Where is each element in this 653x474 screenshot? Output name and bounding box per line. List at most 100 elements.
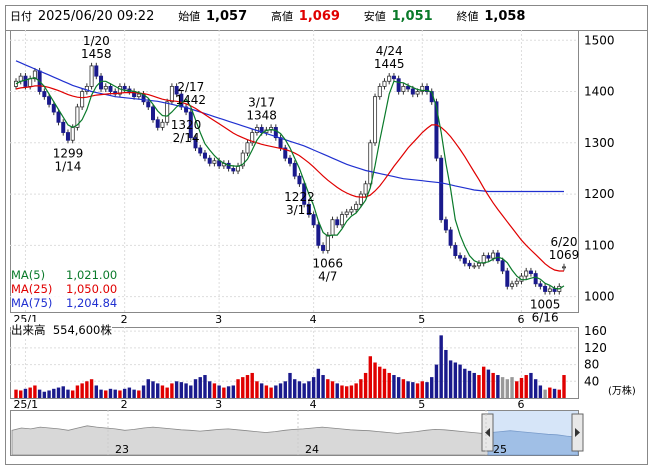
volume-bar xyxy=(193,379,198,398)
volume-bar xyxy=(288,372,292,398)
volume-bar xyxy=(85,381,89,398)
candle-body xyxy=(146,101,151,108)
open-label: 始値 xyxy=(178,10,201,23)
volume-bar xyxy=(269,387,273,398)
volume-value: 554,600株 xyxy=(52,323,112,337)
candle-body xyxy=(169,86,174,103)
candle-body xyxy=(287,157,292,164)
volume-bar xyxy=(75,385,80,398)
volume-bar xyxy=(226,386,231,398)
candle-body xyxy=(56,111,61,123)
month-label: 25/1 xyxy=(13,398,38,411)
volume-bar xyxy=(156,383,160,398)
candle-body xyxy=(562,266,567,269)
candle-body xyxy=(321,244,326,251)
candle-body xyxy=(349,209,354,213)
candle-body xyxy=(354,203,359,210)
candle-body xyxy=(491,252,496,259)
volume-bar xyxy=(373,362,377,398)
candle-body xyxy=(155,119,160,128)
candle-body xyxy=(325,234,330,251)
volume-bar xyxy=(42,391,47,398)
price-tick-label: 1300 xyxy=(584,136,615,150)
volume-bar xyxy=(255,381,259,398)
candle-body xyxy=(335,219,340,226)
volume-bar xyxy=(500,377,505,398)
volume-bar xyxy=(174,381,179,398)
volume-bar xyxy=(61,386,65,398)
volume-bar xyxy=(222,387,226,398)
annotation-value: 1222 xyxy=(284,190,315,204)
volume-bar xyxy=(344,386,349,398)
volume-bar xyxy=(515,381,519,398)
candle-body xyxy=(136,93,141,98)
volume-bar xyxy=(368,356,373,398)
volume-bar xyxy=(316,368,321,398)
volume-bar xyxy=(505,379,510,398)
ma5-value: 1,021.00 xyxy=(66,268,118,282)
candle-body xyxy=(410,88,415,95)
volume-bar xyxy=(463,368,467,398)
annotation-date: 3/17 xyxy=(248,95,275,109)
candle-body xyxy=(453,244,458,257)
close-label: 終値 xyxy=(456,10,479,23)
volume-label: 出来高 xyxy=(11,323,46,337)
volume-bar xyxy=(359,379,363,398)
candle-body xyxy=(387,75,392,82)
candle-body xyxy=(28,78,33,87)
volume-bar xyxy=(141,385,146,398)
volume-bar xyxy=(283,381,287,398)
candle-body xyxy=(443,219,448,231)
candle-body xyxy=(122,86,127,90)
volume-bar xyxy=(236,379,240,398)
volume-bar xyxy=(477,375,481,398)
ma75-label: MA(75) xyxy=(11,296,53,310)
ma5-legend: MA(5) 1,021.00 xyxy=(11,268,118,282)
volume-bar xyxy=(189,385,193,398)
volume-unit: (万株) xyxy=(608,384,636,397)
volume-bar xyxy=(496,375,500,398)
volume-bar xyxy=(198,377,202,398)
volume-bar xyxy=(80,383,84,398)
volume-bar xyxy=(430,377,434,398)
candle-body xyxy=(231,168,236,172)
candle-body xyxy=(278,137,283,149)
volume-bar xyxy=(510,377,514,398)
annotation-value: 1458 xyxy=(81,47,112,61)
volume-bar xyxy=(217,385,221,398)
candle-body xyxy=(514,280,519,285)
volume-bar xyxy=(66,389,70,398)
candle-body xyxy=(500,260,505,272)
month-label: 4 xyxy=(310,398,317,411)
volume-bar xyxy=(321,375,325,398)
candle-body xyxy=(510,283,515,287)
low-label: 安値 xyxy=(363,10,386,23)
volume-bar xyxy=(23,388,28,398)
volume-bar xyxy=(335,383,339,398)
ma75-legend: MA(75) 1,204.84 xyxy=(11,296,118,310)
candle-body xyxy=(391,75,396,80)
candle-body xyxy=(47,96,52,105)
volume-bar xyxy=(378,366,382,398)
year-label: 25 xyxy=(493,443,507,456)
candle-body xyxy=(160,121,165,128)
volume-bar xyxy=(94,385,99,398)
price-tick-label: 1500 xyxy=(584,33,615,47)
volume-bar xyxy=(529,372,533,398)
volume-tick-label: 40 xyxy=(584,374,599,388)
volume-bar xyxy=(340,385,344,398)
volume-bar xyxy=(245,375,250,398)
volume-bar xyxy=(363,372,368,398)
volume-bar xyxy=(170,383,174,398)
volume-bar xyxy=(278,383,283,398)
volume-bar xyxy=(113,389,117,398)
volume-bar xyxy=(179,382,184,398)
candle-body xyxy=(377,86,382,98)
candle-body xyxy=(212,160,217,164)
volume-bar xyxy=(70,390,75,398)
year-label: 23 xyxy=(115,443,129,456)
volume-bar xyxy=(274,385,278,398)
price-tick-label: 1100 xyxy=(584,238,615,252)
month-label: 2 xyxy=(121,398,128,411)
volume-bar xyxy=(146,379,150,398)
